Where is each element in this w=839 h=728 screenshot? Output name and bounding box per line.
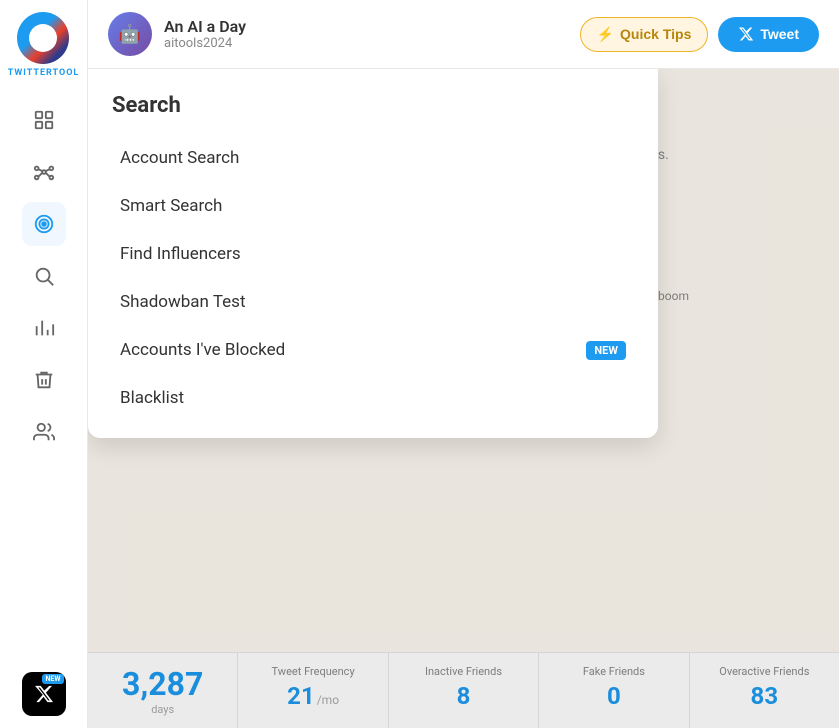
logo-text: TWITTERTOOL: [8, 68, 80, 78]
quick-tips-label: Quick Tips: [620, 26, 691, 42]
sidebar-item-quality[interactable]: [22, 202, 66, 246]
avatar: 🤖: [108, 12, 152, 56]
sidebar-item-delete[interactable]: [22, 358, 66, 402]
dropdown-item-smart-search[interactable]: Smart Search: [96, 182, 650, 230]
new-badge: NEW: [42, 674, 63, 684]
dropdown-title: Search: [88, 93, 658, 134]
user-details: An AI a Day aitools2024: [164, 17, 246, 51]
dropdown-item-blocked[interactable]: Accounts I've Blocked NEW: [96, 326, 650, 374]
quick-tips-button[interactable]: ⚡ Quick Tips: [580, 17, 709, 52]
header-buttons: ⚡ Quick Tips Tweet: [580, 17, 819, 52]
tweet-label: Tweet: [760, 26, 799, 42]
dropdown-item-shadowban[interactable]: Shadowban Test: [96, 278, 650, 326]
content-area: Solid Account Quality Consistently engag…: [88, 69, 839, 728]
sidebar-item-network[interactable]: [22, 150, 66, 194]
quick-tips-icon: ⚡: [597, 26, 614, 43]
header: 🤖 An AI a Day aitools2024 ⚡ Quick Tips T…: [88, 0, 839, 69]
dropdown-item-blacklist[interactable]: Blacklist: [96, 374, 650, 422]
dropdown-item-find-influencers[interactable]: Find Influencers: [96, 230, 650, 278]
dropdown-item-account-search[interactable]: Account Search: [96, 134, 650, 182]
dropdown-item-label: Blacklist: [120, 388, 184, 408]
sidebar-item-users[interactable]: [22, 410, 66, 454]
dropdown-menu: Search Account Search Smart Search Find …: [88, 69, 658, 438]
dropdown-item-label: Accounts I've Blocked: [120, 340, 285, 360]
twitter-x-button[interactable]: NEW: [22, 672, 66, 716]
sidebar: TWITTERTOOL: [0, 0, 88, 728]
sidebar-item-dashboard[interactable]: [22, 98, 66, 142]
tweet-button[interactable]: Tweet: [718, 17, 819, 52]
twitter-icon: [738, 26, 754, 42]
dropdown-item-label: Shadowban Test: [120, 292, 246, 312]
dropdown-item-label: Smart Search: [120, 196, 222, 216]
dropdown-item-label: Find Influencers: [120, 244, 241, 264]
dropdown-item-label: Account Search: [120, 148, 239, 168]
new-tag-blocked: NEW: [586, 341, 626, 360]
user-handle: aitools2024: [164, 36, 246, 51]
logo: TWITTERTOOL: [8, 12, 80, 78]
user-name: An AI a Day: [164, 17, 246, 36]
logo-circle: [17, 12, 69, 64]
main-content: 🤖 An AI a Day aitools2024 ⚡ Quick Tips T…: [88, 0, 839, 728]
sidebar-item-analytics[interactable]: [22, 306, 66, 350]
user-info: 🤖 An AI a Day aitools2024: [108, 12, 246, 56]
sidebar-item-search[interactable]: [22, 254, 66, 298]
